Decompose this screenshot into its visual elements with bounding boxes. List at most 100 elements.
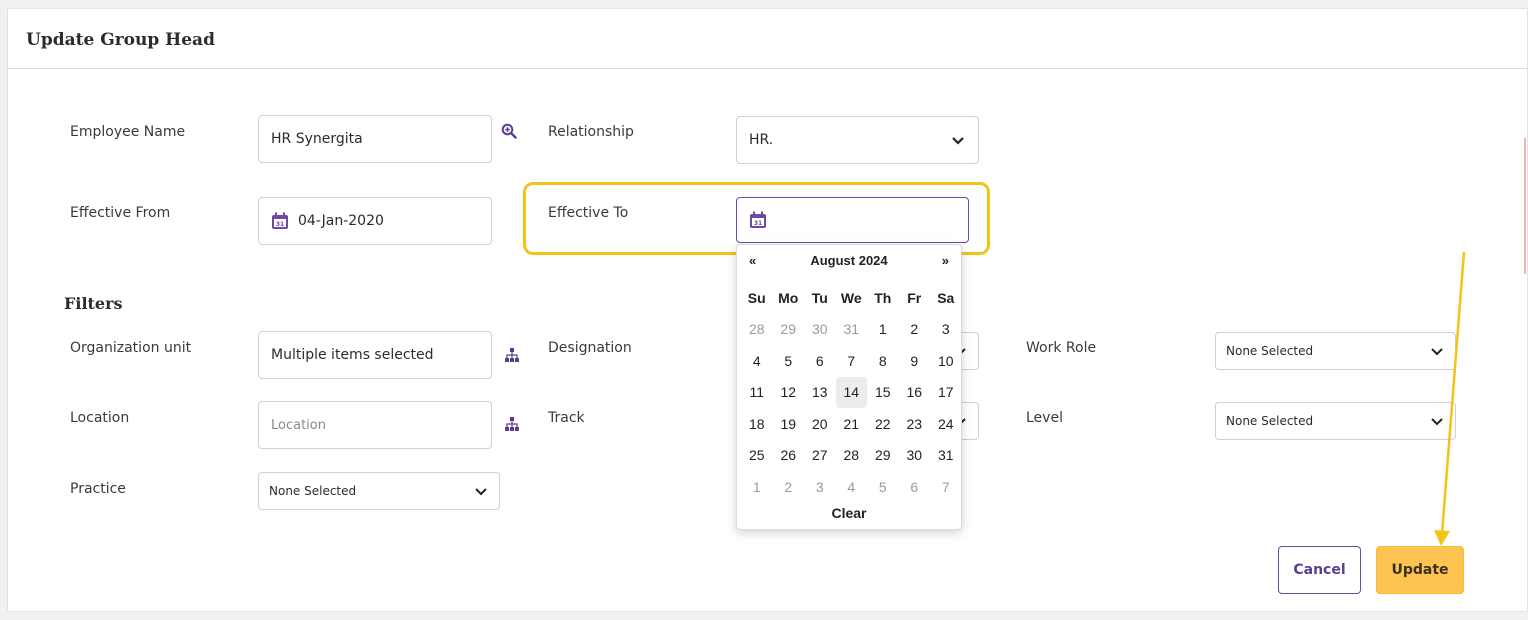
organization-unit-field[interactable]: Multiple items selected [258, 331, 492, 379]
datepicker-day-today[interactable]: 14 [835, 376, 867, 408]
employee-name-value: HR Synergita [271, 131, 363, 147]
datepicker-day[interactable]: 29 [773, 314, 805, 346]
weekday-label: Sa [937, 289, 955, 306]
weekday-label: Tu [811, 289, 828, 306]
datepicker-grid: Su Mo Tu We Th Fr Sa 28 29 30 31 1 2 3 4… [741, 282, 965, 503]
datepicker-day[interactable]: 26 [773, 440, 805, 472]
datepicker-day[interactable]: 7 [836, 345, 868, 377]
datepicker-month-label[interactable]: August 2024 [737, 253, 961, 268]
relationship-value: HR. [749, 132, 774, 148]
employee-name-label: Employee Name [70, 124, 186, 140]
chevron-down-icon [1431, 348, 1443, 356]
page-title: Update Group Head [26, 30, 215, 50]
zoom-icon[interactable] [501, 123, 517, 139]
employee-name-field[interactable]: HR Synergita [258, 115, 492, 163]
organization-unit-value: Multiple items selected [271, 347, 434, 363]
datepicker-day[interactable]: 24 [930, 408, 962, 440]
location-placeholder: Location [271, 417, 326, 433]
edge-marker [1524, 138, 1526, 274]
datepicker-day[interactable]: 31 [836, 314, 868, 346]
work-role-select[interactable]: None Selected [1215, 332, 1456, 370]
datepicker-day[interactable]: 18 [741, 408, 773, 440]
practice-select[interactable]: None Selected [258, 472, 500, 510]
datepicker-day[interactable]: 11 [741, 377, 773, 409]
datepicker-prev-button[interactable]: « [749, 253, 756, 268]
datepicker-day[interactable]: 20 [804, 408, 836, 440]
datepicker-week-row: 25 26 27 28 29 30 31 [741, 440, 965, 472]
datepicker-day[interactable]: 22 [867, 408, 899, 440]
datepicker-weekday-row: Su Mo Tu We Th Fr Sa [741, 282, 965, 314]
datepicker-day[interactable]: 1 [867, 314, 899, 346]
datepicker-day[interactable]: 8 [867, 345, 899, 377]
update-button[interactable]: Update [1376, 546, 1464, 594]
work-role-value: None Selected [1226, 344, 1314, 358]
datepicker-day[interactable]: 5 [867, 471, 899, 503]
datepicker-day[interactable]: 21 [836, 408, 868, 440]
datepicker-day[interactable]: 9 [899, 345, 931, 377]
chevron-down-icon [1431, 418, 1443, 426]
datepicker-day[interactable]: 29 [867, 440, 899, 472]
datepicker-day[interactable]: 4 [741, 345, 773, 377]
datepicker-day[interactable]: 6 [804, 345, 836, 377]
datepicker-day[interactable]: 10 [930, 345, 962, 377]
org-tree-icon[interactable] [504, 416, 520, 432]
datepicker-week-row: 4 5 6 7 8 9 10 [741, 345, 965, 377]
level-select[interactable]: None Selected [1215, 402, 1456, 440]
practice-label: Practice [70, 481, 126, 497]
weekday-label: We [840, 289, 862, 306]
effective-from-label: Effective From [70, 205, 171, 221]
datepicker-day[interactable]: 15 [867, 377, 899, 409]
datepicker-day[interactable]: 17 [930, 377, 962, 409]
datepicker-day[interactable]: 31 [930, 440, 962, 472]
datepicker-popup: August 2024 « » Su Mo Tu We Th Fr Sa 28 … [736, 244, 962, 530]
datepicker-day[interactable]: 2 [773, 471, 805, 503]
org-tree-icon[interactable] [504, 347, 520, 363]
datepicker-day[interactable]: 30 [899, 440, 931, 472]
datepicker-day[interactable]: 1 [741, 471, 773, 503]
weekday-label: Fr [907, 289, 922, 306]
datepicker-day[interactable]: 2 [899, 314, 931, 346]
datepicker-day[interactable]: 4 [836, 471, 868, 503]
datepicker-clear-button[interactable]: Clear [737, 505, 961, 521]
datepicker-week-row: 11 12 13 14 15 16 17 [741, 376, 965, 409]
datepicker-day[interactable]: 3 [804, 471, 836, 503]
level-label: Level [1026, 410, 1063, 426]
datepicker-next-button[interactable]: » [942, 253, 949, 268]
datepicker-day[interactable]: 30 [804, 314, 836, 346]
datepicker-day[interactable]: 25 [741, 440, 773, 472]
weekday-label: Th [874, 289, 892, 306]
effective-from-field[interactable]: 31 04-Jan-2020 [258, 197, 492, 245]
datepicker-day[interactable]: 13 [804, 377, 836, 409]
track-label: Track [548, 410, 585, 426]
datepicker-week-row: 1 2 3 4 5 6 7 [741, 471, 965, 503]
datepicker-day[interactable]: 28 [741, 314, 773, 346]
location-field[interactable]: Location [258, 401, 492, 449]
datepicker-day[interactable]: 5 [773, 345, 805, 377]
relationship-select[interactable]: HR. [736, 116, 979, 164]
filters-heading: Filters [64, 294, 123, 313]
datepicker-week-row: 28 29 30 31 1 2 3 [741, 314, 965, 346]
designation-label: Designation [548, 340, 632, 356]
weekday-label: Mo [778, 289, 799, 306]
location-label: Location [70, 410, 130, 426]
chevron-down-icon [952, 137, 964, 145]
relationship-label: Relationship [548, 124, 634, 140]
datepicker-day[interactable]: 27 [804, 440, 836, 472]
datepicker-day[interactable]: 28 [836, 440, 868, 472]
chevron-down-icon [475, 488, 487, 496]
datepicker-day[interactable]: 16 [899, 377, 931, 409]
cancel-button[interactable]: Cancel [1278, 546, 1361, 594]
card-header: Update Group Head [8, 9, 1527, 69]
datepicker-day[interactable]: 7 [930, 471, 962, 503]
svg-text:31: 31 [276, 221, 284, 228]
practice-value: None Selected [269, 484, 357, 498]
level-value: None Selected [1226, 414, 1314, 428]
weekday-label: Su [747, 289, 766, 306]
datepicker-day[interactable]: 12 [773, 377, 805, 409]
datepicker-day[interactable]: 3 [930, 314, 962, 346]
datepicker-day[interactable]: 23 [899, 408, 931, 440]
datepicker-day[interactable]: 19 [773, 408, 805, 440]
calendar-icon: 31 [272, 212, 288, 229]
effective-from-value: 04-Jan-2020 [298, 213, 384, 229]
datepicker-day[interactable]: 6 [899, 471, 931, 503]
